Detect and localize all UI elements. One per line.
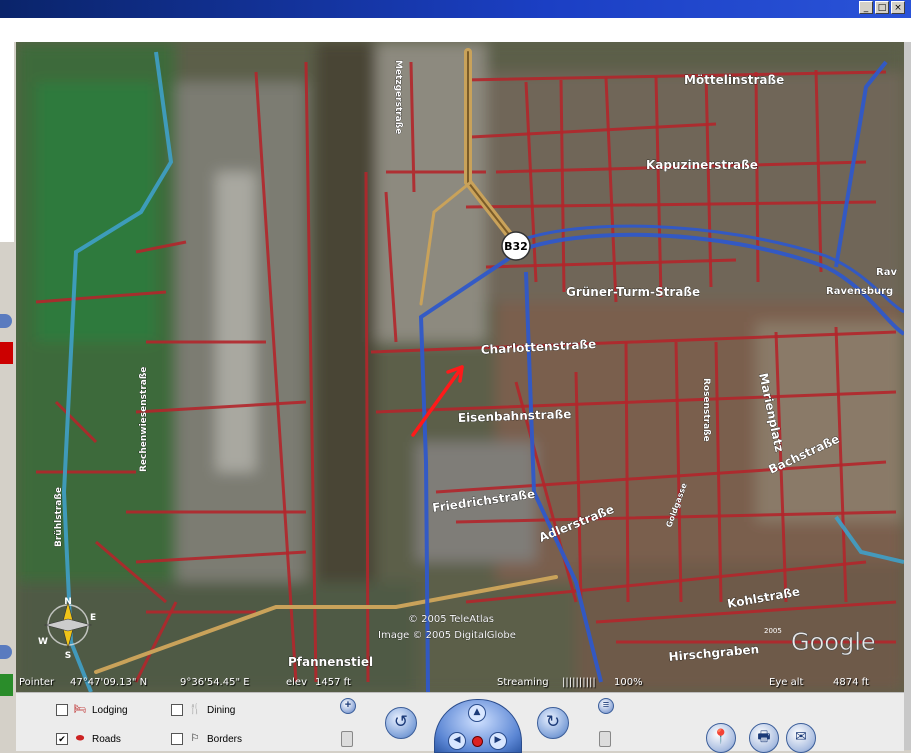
tilt-slider[interactable] xyxy=(599,731,611,747)
sidebar-content xyxy=(0,42,14,242)
streaming-bar: |||||||||| xyxy=(562,677,596,688)
move-left-icon[interactable]: ◀ xyxy=(448,732,466,750)
rotate-right-button[interactable]: ↻ xyxy=(537,707,569,739)
label-moettelinstrasse: Möttelinstraße xyxy=(684,73,784,87)
svg-text:Image © 2005 DigitalGlobe: Image © 2005 DigitalGlobe xyxy=(378,630,516,641)
borders-label: Borders xyxy=(207,733,243,745)
navigation-joystick[interactable]: ▲ ◀ ▶ xyxy=(434,699,522,753)
navigation-panel: 🛏 Lodging 🍴 Dining ✔ ⬬ Roads ⚐ Borders +… xyxy=(16,692,904,753)
borders-checkbox[interactable] xyxy=(171,733,183,745)
lodging-checkbox[interactable] xyxy=(56,704,68,716)
joystick-center[interactable] xyxy=(472,736,483,747)
layer-lodging[interactable]: 🛏 Lodging xyxy=(56,704,128,716)
title-bar: _ □ × xyxy=(0,0,911,18)
lodging-label: Lodging xyxy=(92,704,128,716)
label-rechenwiesenstrasse: Rechenwiesenstraße xyxy=(139,367,149,472)
compass-s-icon: S xyxy=(65,651,71,661)
svg-text:B32: B32 xyxy=(504,240,528,253)
pointer-label: Pointer xyxy=(19,677,55,688)
eye-alt-label: Eye alt xyxy=(769,677,804,688)
label-ravensburg: Ravensburg xyxy=(826,286,893,297)
toolbar-strip xyxy=(0,18,911,43)
rotate-left-button[interactable]: ↺ xyxy=(385,707,417,739)
zoom-in-button[interactable]: + xyxy=(340,698,356,714)
roads-label: Roads xyxy=(92,733,121,745)
compass-w-icon: W xyxy=(38,637,48,647)
status-bar: Pointer 47°47'09.13" N 9°36'54.45" E ele… xyxy=(16,675,904,692)
placemark-button[interactable]: 📍 xyxy=(706,723,736,753)
label-rav-fragment: Rav xyxy=(876,267,897,278)
flag-icon: ⚐ xyxy=(190,733,200,744)
maximize-button[interactable]: □ xyxy=(875,1,889,14)
fork-knife-icon: 🍴 xyxy=(188,704,202,715)
roads-checkbox[interactable]: ✔ xyxy=(56,733,68,745)
label-kapuzinerstrasse: Kapuzinerstraße xyxy=(646,158,758,172)
label-metzgerstrasse: Metzgerstraße xyxy=(393,60,403,134)
close-button[interactable]: × xyxy=(891,1,905,14)
layer-borders[interactable]: ⚐ Borders xyxy=(171,733,242,745)
dining-checkbox[interactable] xyxy=(171,704,183,716)
label-pfannenstiel: Pfannenstiel xyxy=(288,655,373,669)
move-right-icon[interactable]: ▶ xyxy=(489,732,507,750)
svg-text:2005: 2005 xyxy=(764,627,782,635)
email-button[interactable]: ✉ xyxy=(786,723,816,753)
pointer-longitude: 9°36'54.45" E xyxy=(180,677,250,688)
label-gruener-turm-strasse: Grüner-Turm-Straße xyxy=(566,285,700,299)
svg-text:Google: Google xyxy=(791,628,876,656)
elev-value: 1457 ft xyxy=(315,677,351,688)
map-canvas[interactable]: Möttelinstraße Kapuzinerstraße Grüner-Tu… xyxy=(16,42,904,692)
print-button[interactable]: 🖶 xyxy=(749,723,779,753)
route-shield-b32: B32 xyxy=(501,231,531,261)
bed-icon: 🛏 xyxy=(73,704,87,715)
svg-text:© 2005 TeleAtlas: © 2005 TeleAtlas xyxy=(408,614,494,625)
streaming-label: Streaming xyxy=(497,677,549,688)
streaming-percent: 100% xyxy=(614,677,643,688)
dining-label: Dining xyxy=(207,704,236,716)
label-bruehlstrasse: Brühlstraße xyxy=(54,487,64,547)
minimize-button[interactable]: _ xyxy=(859,1,873,14)
tilt-up-button[interactable]: ≡ xyxy=(598,698,614,714)
map-view[interactable]: Möttelinstraße Kapuzinerstraße Grüner-Tu… xyxy=(16,42,904,692)
sidebar-layers-button[interactable] xyxy=(0,645,12,659)
pointer-latitude: 47°47'09.13" N xyxy=(70,677,148,688)
left-sidebar xyxy=(0,42,17,750)
sidebar-red-tab[interactable] xyxy=(0,342,13,364)
label-rosenstrasse: Rosenstraße xyxy=(701,378,711,442)
compass-e-icon: E xyxy=(90,613,96,623)
layer-roads[interactable]: ✔ ⬬ Roads xyxy=(56,733,121,745)
compass-n-icon: N xyxy=(64,597,72,607)
move-up-icon[interactable]: ▲ xyxy=(468,704,486,722)
sidebar-green-tab[interactable] xyxy=(0,674,13,696)
right-edge-panel xyxy=(904,42,911,750)
road-shield-icon: ⬬ xyxy=(75,733,85,744)
eye-alt-value: 4874 ft xyxy=(833,677,869,688)
zoom-slider[interactable] xyxy=(341,731,353,747)
sidebar-search-button[interactable] xyxy=(0,314,12,328)
layer-dining[interactable]: 🍴 Dining xyxy=(171,704,235,716)
elev-label: elev xyxy=(286,677,308,688)
window-controls: _ □ × xyxy=(859,1,905,14)
